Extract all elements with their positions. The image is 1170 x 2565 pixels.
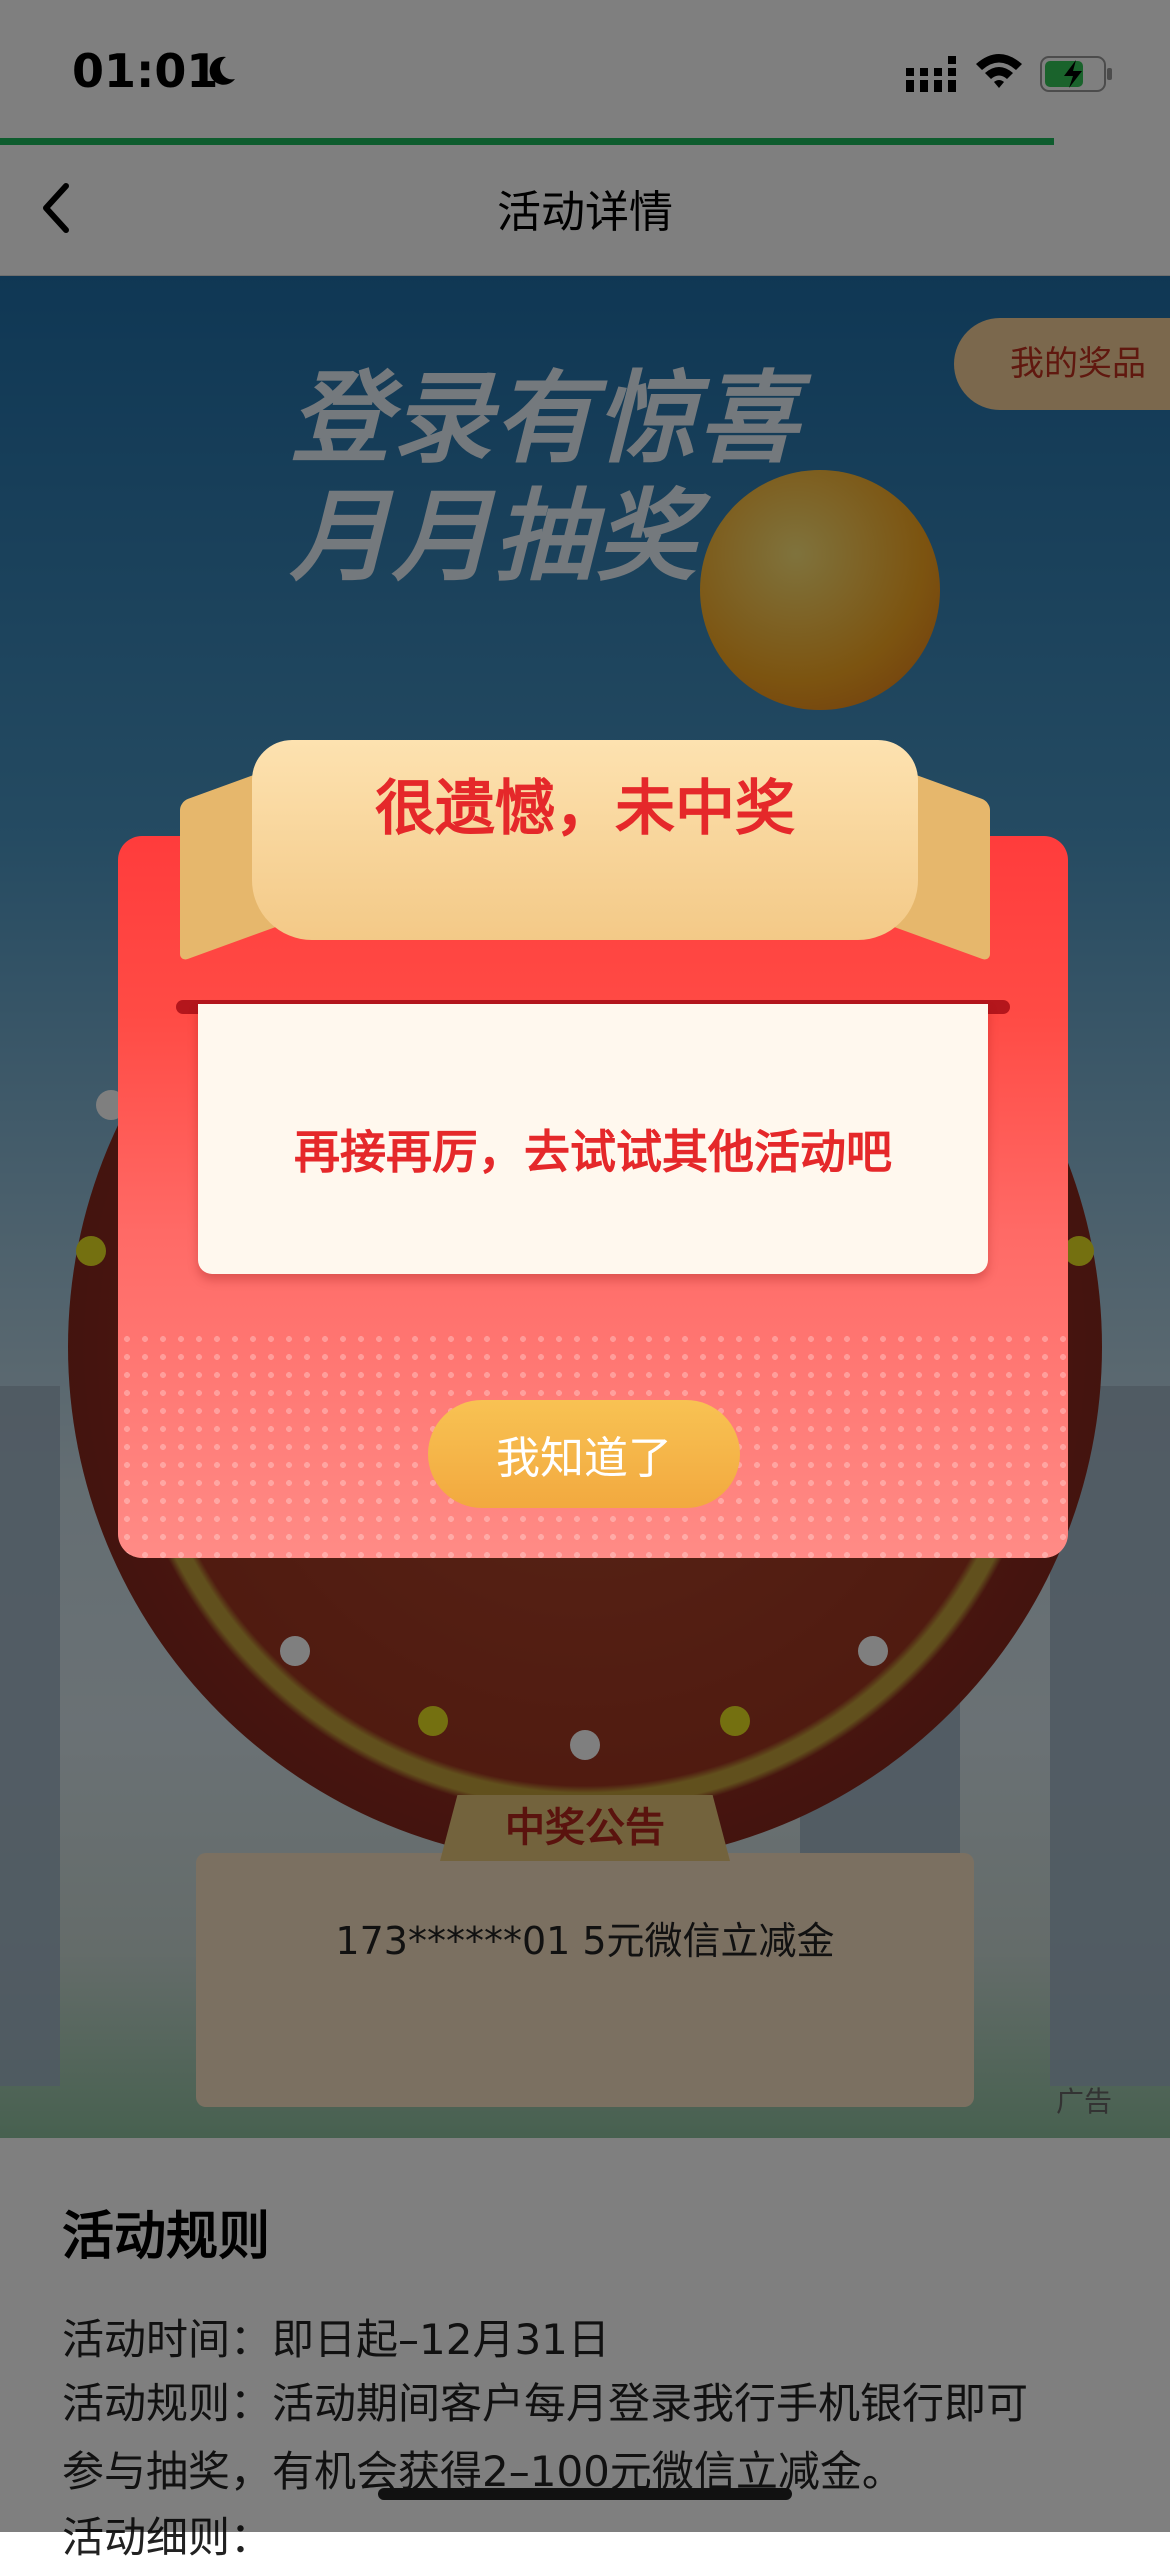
home-indicator[interactable] [378,2488,792,2500]
got-it-button[interactable]: 我知道了 [428,1400,740,1508]
dialog-title: 很遗憾，未中奖 [375,774,795,844]
dialog-message: 再接再厉，去试试其他活动吧 [294,1125,892,1179]
